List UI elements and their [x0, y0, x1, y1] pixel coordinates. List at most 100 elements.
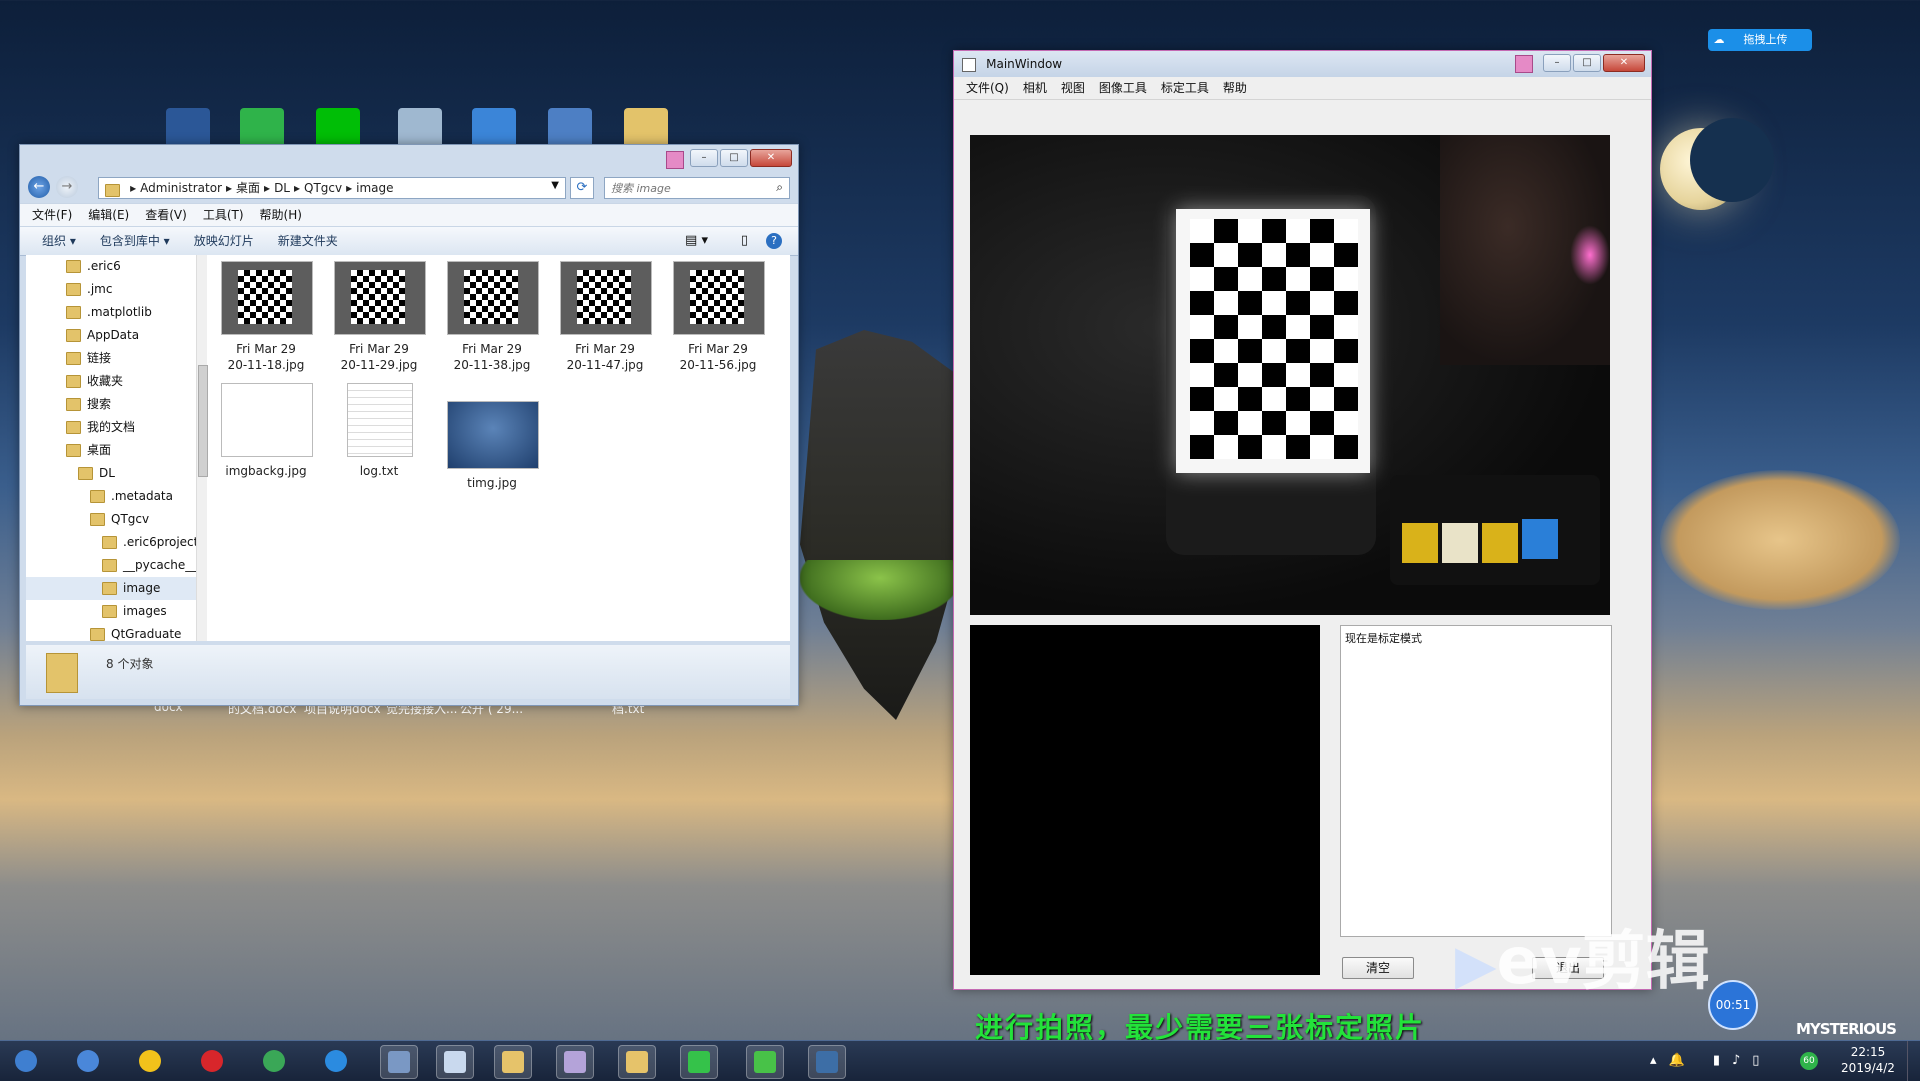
qt-titlebar[interactable]: MainWindow – □ ✕	[954, 51, 1651, 77]
nav-scrollbar-thumb[interactable]	[198, 365, 208, 477]
navigation-pane: .eric6 .jmc .matplotlib AppData 链接 收藏夹 搜索 我的文档桌…	[26, 255, 205, 641]
recording-timer[interactable]: 00:51	[1708, 980, 1758, 1030]
recycle-bin-icon[interactable]	[398, 108, 442, 148]
wechat-icon[interactable]	[746, 1045, 784, 1079]
tray-360-icon[interactable]: 60	[1800, 1052, 1818, 1070]
folder-icon[interactable]	[624, 108, 668, 148]
files-icon[interactable]	[494, 1045, 532, 1079]
folder-app-icon[interactable]	[618, 1045, 656, 1079]
qt-close-button[interactable]: ✕	[1603, 54, 1645, 72]
file-item[interactable]: imgbackg.jpg	[216, 383, 316, 479]
qt-menu-item[interactable]: 图像工具	[1099, 77, 1147, 99]
tree-item[interactable]: 链接	[26, 347, 204, 370]
tree-item[interactable]: image	[26, 577, 204, 600]
tree-item[interactable]: DL	[26, 462, 204, 485]
menu-item[interactable]: 文件(F)	[32, 204, 72, 226]
tree-item[interactable]: .eric6project	[26, 531, 204, 554]
explorer-app-icon[interactable]	[436, 1045, 474, 1079]
qt-menu-item[interactable]: 视图	[1061, 77, 1085, 99]
green-app-icon[interactable]	[240, 108, 284, 148]
tray-icons: ▴🔔 ▮♪▯	[1650, 1053, 1772, 1068]
command-button[interactable]: 放映幻灯片	[194, 227, 254, 255]
address-bar[interactable]: ▸ Administrator ▸ 桌面 ▸ DL ▸ QTgcv ▸ image ▼	[98, 177, 566, 199]
qt-minimize-button[interactable]: –	[1543, 54, 1571, 72]
window-icon[interactable]	[380, 1045, 418, 1079]
file-item[interactable]: Fri Mar 29 20-11-18.jpg	[216, 261, 316, 373]
python-icon[interactable]	[808, 1045, 846, 1079]
chrome-icon[interactable]	[256, 1045, 292, 1077]
menu-item[interactable]: 查看(V)	[145, 204, 187, 226]
qt-menu-item[interactable]: 标定工具	[1161, 77, 1209, 99]
explorer-titlebar[interactable]: – □ ✕	[20, 145, 798, 173]
start-orb-icon[interactable]	[8, 1045, 44, 1077]
nav-scrollbar[interactable]	[196, 255, 208, 641]
command-button[interactable]: 包含到库中 ▾	[100, 227, 170, 255]
file-name: imgbackg.jpg	[225, 464, 307, 478]
qt-maximize-button[interactable]: □	[1573, 54, 1601, 72]
search-box[interactable]: ⌕	[604, 177, 790, 199]
qt-app-icon[interactable]	[680, 1045, 718, 1079]
back-button[interactable]: ←	[28, 176, 50, 198]
show-desktop-button[interactable]	[1907, 1041, 1920, 1081]
breadcrumb-item[interactable]: Administrator	[140, 178, 222, 198]
file-grid: Fri Mar 29 20-11-18.jpg Fri Mar 29 20-11-29…	[216, 261, 786, 641]
book-app-icon[interactable]	[556, 1045, 594, 1079]
tree-item[interactable]: .jmc	[26, 278, 204, 301]
breadcrumb-item[interactable]: QTgcv	[304, 178, 342, 198]
forward-button[interactable]: →	[56, 176, 78, 198]
word-doc-icon[interactable]	[166, 108, 210, 148]
computer-icon[interactable]	[548, 108, 592, 148]
view-options-icon[interactable]: ▤ ▾	[685, 227, 708, 255]
yellow-app-icon[interactable]	[132, 1045, 168, 1077]
tree-item[interactable]: QtGraduate	[26, 623, 204, 641]
help-icon[interactable]: ?	[766, 233, 782, 249]
youdao-icon[interactable]	[194, 1045, 230, 1077]
file-item[interactable]: timg.jpg	[442, 383, 542, 491]
command-button[interactable]: 新建文件夹	[278, 227, 338, 255]
rss-icon[interactable]	[70, 1045, 106, 1077]
window-icon-glyph	[388, 1051, 410, 1073]
breadcrumb-item[interactable]: DL	[274, 178, 290, 198]
network-icon[interactable]	[472, 108, 516, 148]
file-item[interactable]: Fri Mar 29 20-11-29.jpg	[329, 261, 429, 373]
maximize-button[interactable]: □	[720, 149, 748, 167]
folder-icon	[102, 605, 117, 618]
qt-menu-item[interactable]: 相机	[1023, 77, 1047, 99]
tree-item[interactable]: .matplotlib	[26, 301, 204, 324]
tree-item[interactable]: images	[26, 600, 204, 623]
clear-button[interactable]: 清空	[1342, 957, 1414, 979]
minimize-button[interactable]: –	[690, 149, 718, 167]
qt-menu-item[interactable]: 帮助	[1223, 77, 1247, 99]
breadcrumb-item[interactable]: image	[356, 178, 393, 198]
qq-browser-icon[interactable]	[318, 1045, 354, 1077]
tree-item[interactable]: 我的文档	[26, 416, 204, 439]
close-button[interactable]: ✕	[750, 149, 792, 167]
tree-item[interactable]: .metadata	[26, 485, 204, 508]
tree-item[interactable]: AppData	[26, 324, 204, 347]
breadcrumb-item[interactable]: 桌面	[236, 178, 260, 198]
tree-item[interactable]: __pycache__	[26, 554, 204, 577]
file-thumbnail	[347, 383, 413, 457]
file-item[interactable]: Fri Mar 29 20-11-38.jpg	[442, 261, 542, 373]
youdao-icon-glyph	[201, 1050, 223, 1072]
tree-item[interactable]: QTgcv	[26, 508, 204, 531]
menu-item[interactable]: 帮助(H)	[260, 204, 302, 226]
clock[interactable]: 22:15 2019/4/2	[1830, 1044, 1906, 1076]
menu-item[interactable]: 工具(T)	[203, 204, 244, 226]
command-button[interactable]: 组织 ▾	[42, 227, 76, 255]
refresh-button[interactable]: ⟳	[570, 177, 594, 199]
file-item[interactable]: log.txt	[329, 383, 429, 479]
search-input[interactable]	[605, 178, 763, 198]
upload-badge[interactable]: ☁ 拖拽上传	[1708, 29, 1812, 51]
tree-item[interactable]: 桌面	[26, 439, 204, 462]
chevron-down-icon[interactable]: ▼	[551, 180, 559, 191]
iqiyi-icon[interactable]	[316, 108, 360, 148]
file-item[interactable]: Fri Mar 29 20-11-47.jpg	[555, 261, 655, 373]
qt-menu-item[interactable]: 文件(Q)	[966, 77, 1009, 99]
file-item[interactable]: Fri Mar 29 20-11-56.jpg	[668, 261, 768, 373]
tree-item[interactable]: 收藏夹	[26, 370, 204, 393]
tree-item[interactable]: .eric6	[26, 255, 204, 278]
menu-item[interactable]: 编辑(E)	[88, 204, 129, 226]
preview-pane-icon[interactable]: ▯	[741, 227, 748, 255]
tree-item[interactable]: 搜索	[26, 393, 204, 416]
